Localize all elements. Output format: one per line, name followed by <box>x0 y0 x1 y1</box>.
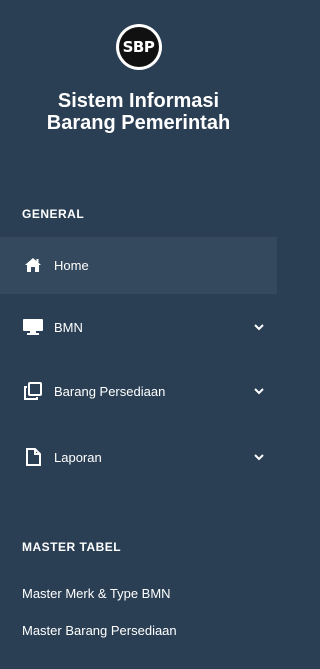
nav-home-label: Home <box>54 257 89 273</box>
section-general-title: GENERAL <box>22 207 85 221</box>
chevron-down-icon[interactable] <box>253 451 265 463</box>
section-master-title: MASTER TABEL <box>22 540 122 554</box>
app-title: Sistem Informasi Barang Pemerintah <box>0 90 277 134</box>
sidebar: SBP Sistem Informasi Barang Pemerintah G… <box>0 0 277 669</box>
home-icon <box>22 254 44 276</box>
master-barang-persediaan-link[interactable]: Master Barang Persediaan <box>22 623 177 638</box>
nav-item-barang-persediaan[interactable]: Barang Persediaan <box>0 362 277 420</box>
app-title-line-2: Barang Pemerintah <box>46 112 231 134</box>
app-title-line-1: Sistem Informasi <box>57 90 220 112</box>
file-icon <box>22 446 44 468</box>
master-merk-type-bmn-link[interactable]: Master Merk & Type BMN <box>22 586 171 601</box>
logo-wrap: SBP <box>0 24 277 70</box>
nav-item-home[interactable]: Home <box>0 236 277 294</box>
chevron-down-icon[interactable] <box>253 385 265 397</box>
nav-item-laporan[interactable]: Laporan <box>0 428 277 486</box>
copy-icon <box>22 380 44 402</box>
nav-persediaan-label: Barang Persediaan <box>54 383 166 399</box>
chevron-down-icon[interactable] <box>253 321 265 333</box>
logo-text: SBP <box>118 27 159 67</box>
nav-item-bmn[interactable]: BMN <box>0 298 277 356</box>
nav-bmn-label: BMN <box>54 319 83 335</box>
logo[interactable]: SBP <box>115 24 162 70</box>
monitor-icon <box>22 316 44 338</box>
nav-laporan-label: Laporan <box>54 449 102 465</box>
